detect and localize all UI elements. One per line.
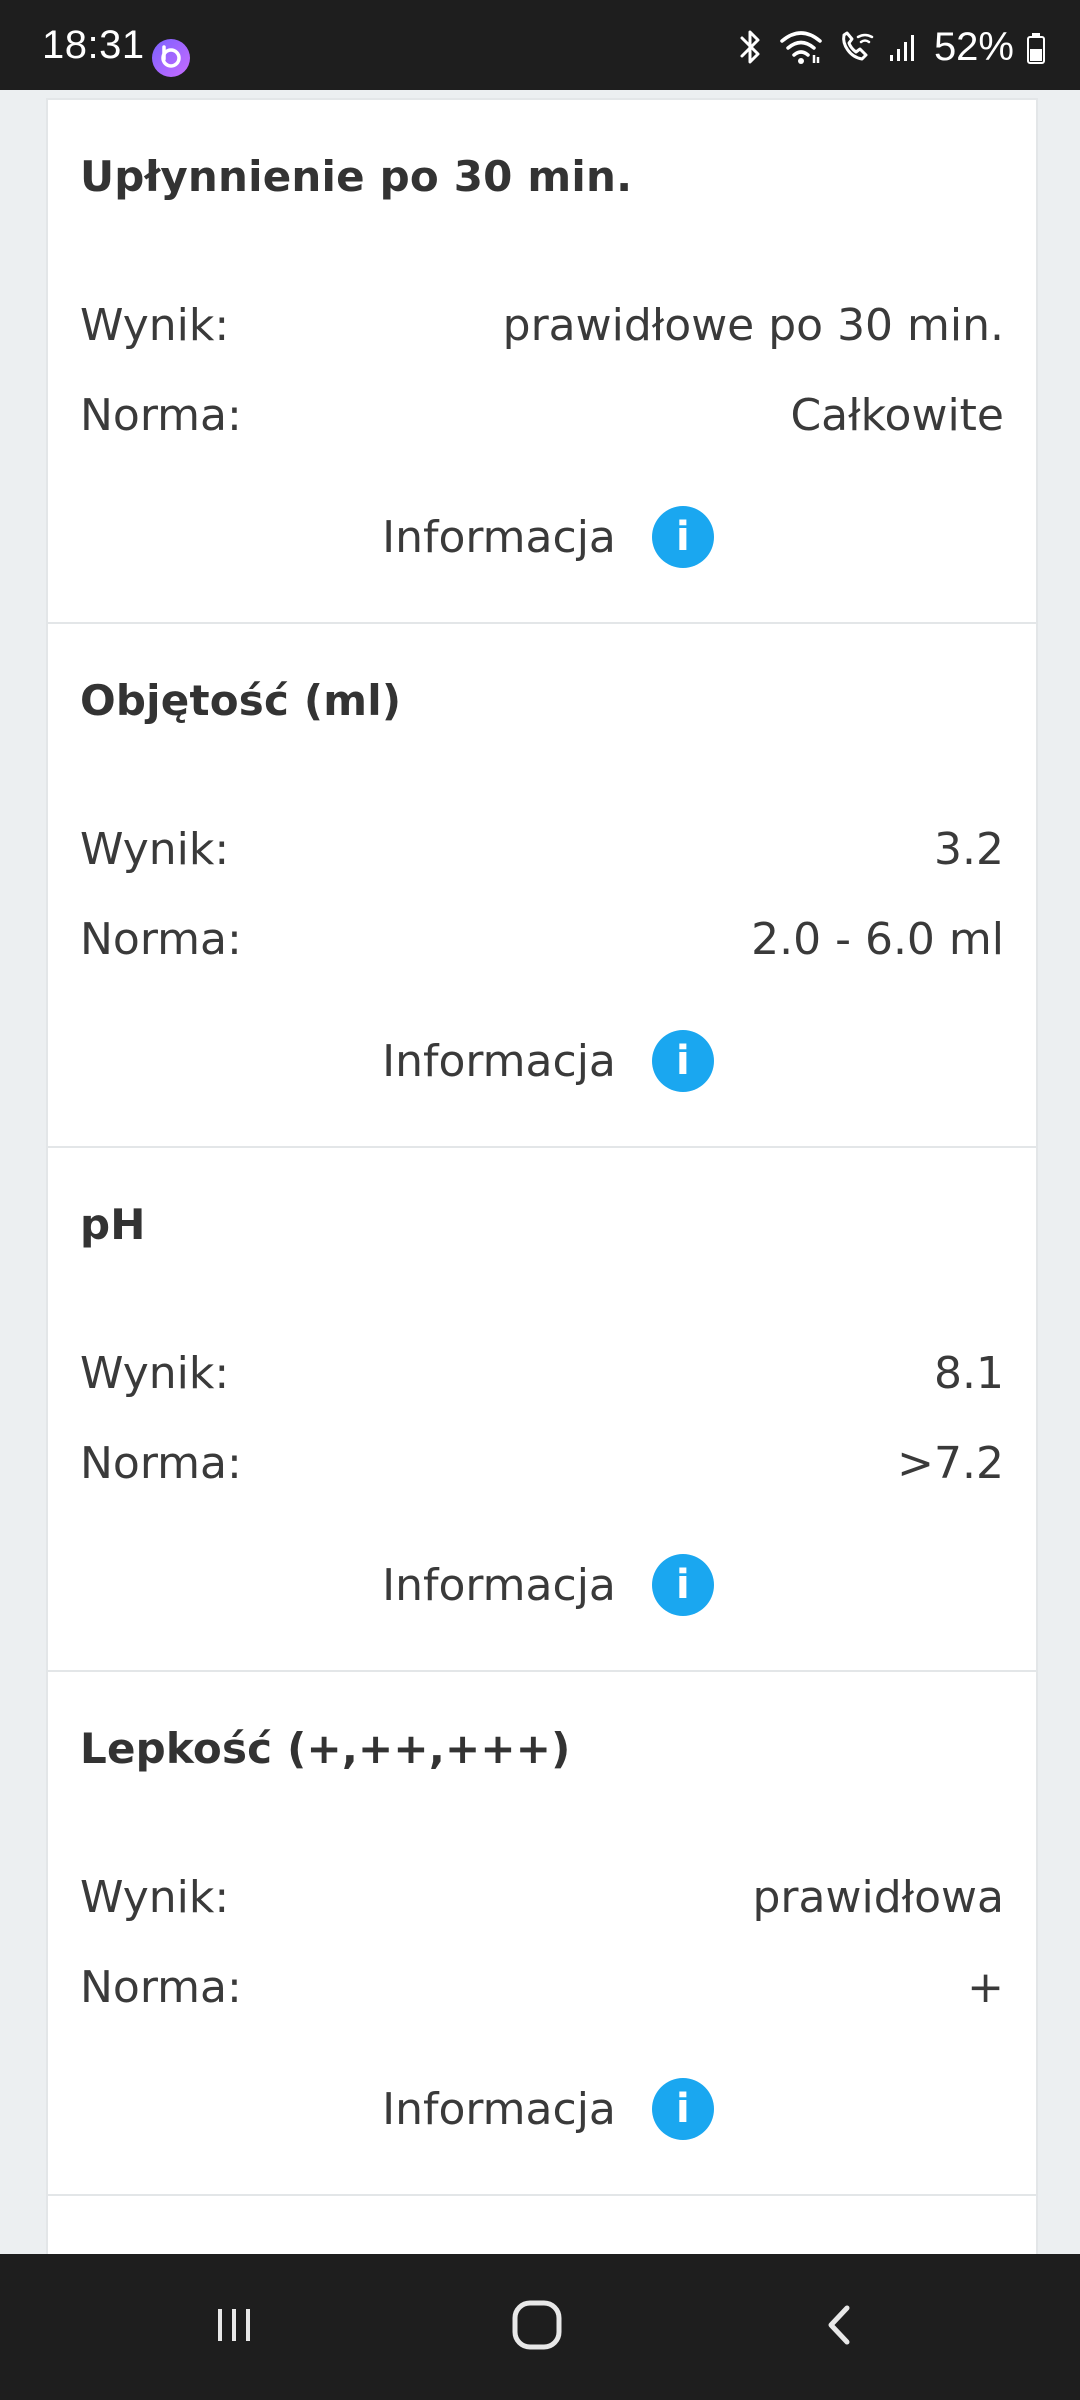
result-value: prawidłowa	[752, 1872, 1005, 1923]
result-card: Upłynnienie po 30 min. Wynik: prawidłowe…	[48, 98, 1036, 622]
info-button[interactable]: Informacja i	[382, 1030, 714, 1092]
norm-row: Norma: >7.2	[80, 1438, 1004, 1498]
result-value: prawidłowe po 30 min.	[502, 300, 1004, 351]
bluetooth-icon	[736, 27, 766, 67]
result-label: Wynik:	[80, 1348, 230, 1399]
result-row: Wynik: prawidłowa	[80, 1872, 1004, 1932]
card-title: Upłynnienie po 30 min.	[80, 152, 633, 201]
status-time: 18:31	[42, 23, 145, 67]
navigation-bar	[0, 2254, 1080, 2400]
norm-row: Norma: Całkowite	[80, 390, 1004, 450]
info-icon[interactable]: i	[651, 2078, 714, 2140]
screen: 18:31 52% Upłynnienie po 30 min. Wynik: …	[0, 0, 1080, 2400]
norm-row: Norma: 2.0 - 6.0 ml	[80, 914, 1004, 974]
info-row: Informacja i	[48, 1026, 1036, 1096]
back-icon	[815, 2300, 865, 2355]
info-row: Informacja i	[48, 502, 1036, 572]
result-label: Wynik:	[80, 824, 230, 875]
battery-percent: 52%	[933, 25, 1014, 69]
norm-value: +	[967, 1962, 1004, 2013]
norm-label: Norma:	[80, 1438, 242, 1489]
result-label: Wynik:	[80, 300, 230, 351]
result-card: Objętość (ml) Wynik: 3.2 Norma: 2.0 - 6.…	[48, 622, 1036, 1146]
result-row: Wynik: prawidłowe po 30 min.	[80, 300, 1004, 360]
result-card: pH Wynik: 8.1 Norma: >7.2 Informacja i	[48, 1146, 1036, 1670]
info-label: Informacja	[382, 511, 616, 563]
info-row: Informacja i	[48, 1550, 1036, 1620]
info-label: Informacja	[382, 1559, 616, 1611]
info-button[interactable]: Informacja i	[382, 506, 714, 568]
result-row: Wynik: 3.2	[80, 824, 1004, 884]
info-label: Informacja	[382, 2083, 616, 2135]
info-row: Informacja i	[48, 2074, 1036, 2144]
recent-apps-icon	[209, 2300, 259, 2355]
result-card: Lepkość (+,++,+++) Wynik: prawidłowa Nor…	[48, 1670, 1036, 2194]
recent-apps-button[interactable]	[134, 2254, 334, 2400]
card-title: Lepkość (+,++,+++)	[80, 1724, 571, 1773]
signal-icon	[888, 27, 916, 67]
norm-value: >7.2	[897, 1438, 1004, 1489]
battery-icon	[1026, 27, 1046, 67]
norm-value: 2.0 - 6.0 ml	[751, 914, 1004, 965]
wifi-icon	[778, 27, 824, 67]
status-bar: 18:31 52%	[0, 0, 1080, 90]
norm-label: Norma:	[80, 914, 242, 965]
wifi-calling-icon	[836, 27, 876, 67]
info-icon[interactable]: i	[651, 506, 714, 568]
result-row: Wynik: 8.1	[80, 1348, 1004, 1408]
norm-label: Norma:	[80, 1962, 242, 2013]
card-title: pH	[80, 1200, 146, 1249]
info-icon[interactable]: i	[651, 1554, 714, 1616]
info-label: Informacja	[382, 1035, 616, 1087]
home-icon	[509, 2297, 565, 2358]
norm-row: Norma: +	[80, 1962, 1004, 2022]
info-button[interactable]: Informacja i	[382, 2078, 714, 2140]
card-title: Objętość (ml)	[80, 676, 402, 725]
app-notification-icon	[152, 39, 190, 77]
result-label: Wynik:	[80, 1872, 230, 1923]
next-result-card	[48, 2194, 1036, 2254]
result-value: 3.2	[934, 824, 1004, 875]
info-icon[interactable]: i	[651, 1030, 714, 1092]
home-button[interactable]	[437, 2254, 637, 2400]
info-button[interactable]: Informacja i	[382, 1554, 714, 1616]
results-list: Upłynnienie po 30 min. Wynik: prawidłowe…	[46, 98, 1038, 2254]
norm-label: Norma:	[80, 390, 242, 441]
back-button[interactable]	[740, 2254, 940, 2400]
results-scroll-area[interactable]: Upłynnienie po 30 min. Wynik: prawidłowe…	[0, 90, 1080, 2254]
result-value: 8.1	[934, 1348, 1004, 1399]
norm-value: Całkowite	[790, 390, 1004, 441]
status-icons: 52%	[736, 22, 1046, 72]
